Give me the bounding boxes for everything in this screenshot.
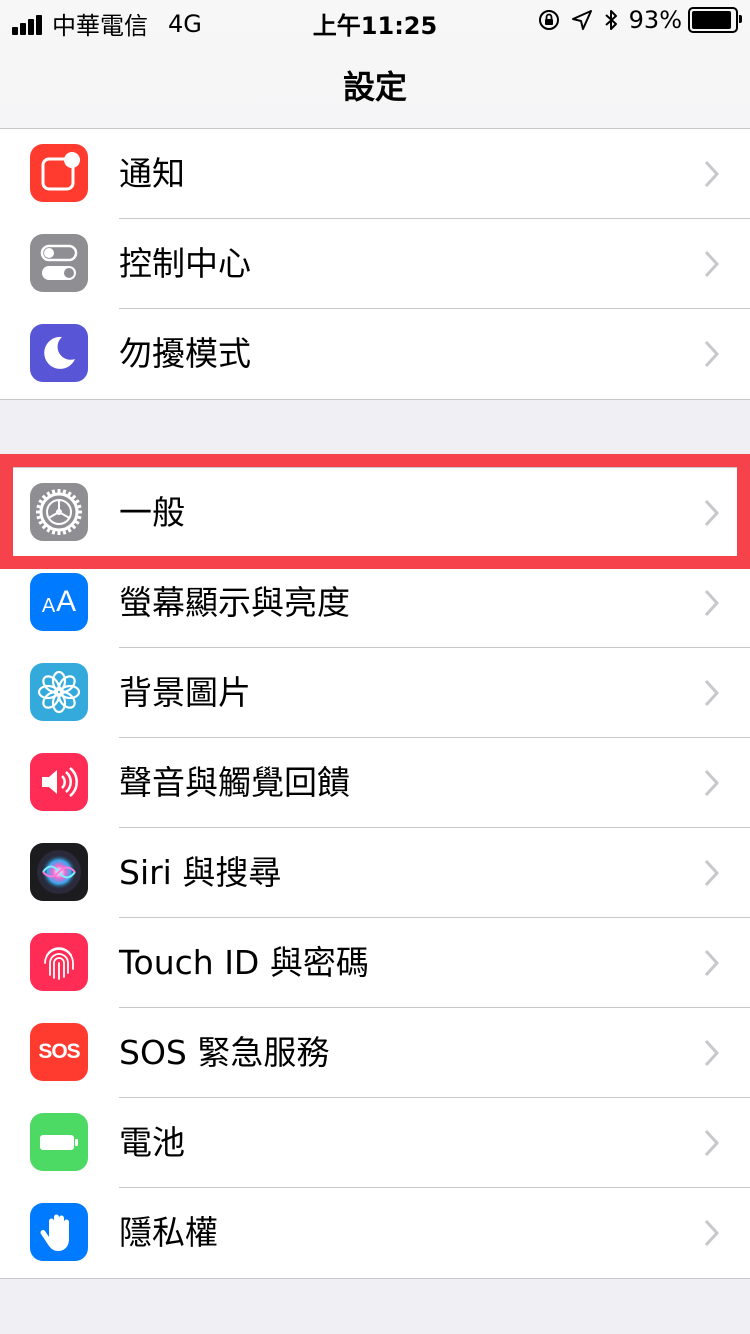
- chevron-right-icon: [704, 859, 720, 887]
- settings-row-label: SOS 緊急服務: [119, 1033, 330, 1072]
- moon-icon: [30, 324, 88, 382]
- chevron-right-icon: [704, 769, 720, 797]
- settings-row-siri-search[interactable]: Siri 與搜尋: [0, 828, 750, 918]
- status-bar: 中華電信 4G 上午11:25 93%: [0, 0, 750, 40]
- hand-icon: [30, 1203, 88, 1261]
- chevron-right-icon: [704, 1129, 720, 1157]
- chevron-right-icon: [704, 589, 720, 617]
- settings-row-label: 螢幕顯示與亮度: [119, 583, 350, 622]
- settings-row-wallpaper[interactable]: 背景圖片: [0, 648, 750, 738]
- chevron-right-icon: [704, 340, 720, 368]
- chevron-right-icon: [704, 250, 720, 278]
- settings-row-battery[interactable]: 電池: [0, 1098, 750, 1188]
- status-right: 93%: [537, 6, 742, 34]
- settings-row-label: 背景圖片: [119, 673, 251, 712]
- orientation-lock-icon: [538, 10, 559, 30]
- settings-row-label: 勿擾模式: [119, 334, 251, 373]
- settings-row-label: 通知: [119, 154, 185, 193]
- chevron-right-icon: [704, 679, 720, 707]
- settings-row-label: Touch ID 與密碼: [119, 943, 369, 982]
- settings-row-label: 隱私權: [119, 1213, 218, 1252]
- text-size-icon: A A: [30, 573, 88, 631]
- chevron-right-icon: [704, 160, 720, 188]
- settings-row-sounds-haptics[interactable]: 聲音與觸覺回饋: [0, 738, 750, 828]
- page-title: 設定: [342, 68, 407, 106]
- battery-fill: [692, 11, 731, 29]
- siri-icon: [30, 843, 88, 901]
- chevron-right-icon: [704, 949, 720, 977]
- settings-group-2: 一般 A A 螢幕顯示與亮度 背景圖片 聲音與觸覺回饋 Siri 與搜尋 Tou…: [0, 467, 750, 1279]
- settings-row-label: 一般: [119, 493, 185, 532]
- notifications-icon: [30, 144, 88, 202]
- battery-indicator-icon: [688, 7, 742, 33]
- settings-group-1: 通知 控制中心 勿擾模式: [0, 128, 750, 400]
- gear-icon: [30, 483, 88, 541]
- settings-row-display-brightness[interactable]: A A 螢幕顯示與亮度: [0, 558, 750, 648]
- sos-icon: SOS: [30, 1023, 88, 1081]
- settings-row-do-not-disturb[interactable]: 勿擾模式: [0, 309, 750, 399]
- settings-row-control-center[interactable]: 控制中心: [0, 219, 750, 309]
- settings-row-emergency-sos[interactable]: SOS SOS 緊急服務: [0, 1008, 750, 1098]
- settings-row-label: 聲音與觸覺回饋: [119, 763, 350, 802]
- aa-small-glyph: A: [41, 594, 56, 617]
- wallpaper-flower-icon: [30, 663, 88, 721]
- settings-row-label: Siri 與搜尋: [119, 853, 282, 892]
- chevron-right-icon: [704, 1219, 720, 1247]
- settings-row-touch-id-passcode[interactable]: Touch ID 與密碼: [0, 918, 750, 1008]
- settings-row-label: 控制中心: [119, 244, 251, 283]
- navigation-bar: 中華電信 4G 上午11:25 93% 設定: [0, 0, 750, 129]
- control-center-icon: [30, 234, 88, 292]
- chevron-right-icon: [704, 499, 720, 527]
- location-arrow-icon: [571, 10, 592, 30]
- settings-row-notifications[interactable]: 通知: [0, 129, 750, 219]
- battery-percentage: 93%: [628, 6, 682, 34]
- speaker-icon: [30, 753, 88, 811]
- fingerprint-icon: [30, 933, 88, 991]
- battery-icon: [30, 1113, 88, 1171]
- sos-icon-text: SOS: [38, 1040, 80, 1063]
- settings-row-privacy[interactable]: 隱私權: [0, 1188, 750, 1278]
- settings-row-general[interactable]: 一般: [0, 468, 750, 558]
- chevron-right-icon: [704, 1039, 720, 1067]
- bluetooth-icon: [604, 10, 617, 30]
- aa-large-glyph: A: [56, 585, 77, 618]
- settings-row-label: 電池: [119, 1123, 185, 1162]
